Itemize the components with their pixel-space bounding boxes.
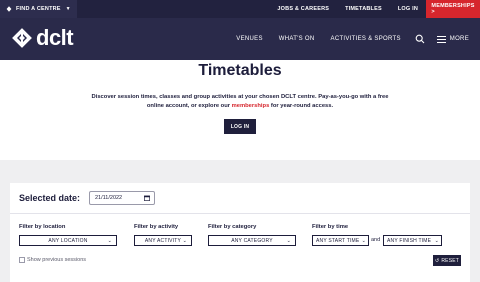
show-previous-sessions[interactable]: Show previous sessions — [19, 257, 86, 263]
selected-date-label: Selected date: — [19, 193, 81, 203]
caret-down-icon: ▼ — [65, 6, 71, 12]
and-text: and — [371, 237, 381, 243]
nav-item-venues[interactable]: VENUES — [228, 36, 270, 42]
log-in-link[interactable]: LOG IN — [390, 0, 426, 18]
location-filter-label: Filter by location — [19, 224, 66, 230]
reset-label: RESET — [441, 257, 460, 264]
nav-item-activities-sports[interactable]: ACTIVITIES & SPORTS — [323, 36, 409, 42]
activity-select-value: ANY ACTIVITY — [144, 237, 182, 244]
more-menu-button[interactable]: MORE — [433, 35, 480, 43]
location-pin-icon — [6, 6, 12, 12]
timetables-hero: Timetables Discover session times, class… — [0, 60, 480, 160]
find-a-centre-label: FIND A CENTRE — [16, 6, 61, 12]
reset-button[interactable]: ↺ RESET — [433, 255, 461, 266]
hero-description: Discover session times, classes and grou… — [85, 93, 395, 111]
selected-date-input[interactable]: 21/11/2022 — [89, 191, 155, 205]
activity-select[interactable]: ANY ACTIVITY ⌄ — [134, 235, 192, 246]
dclt-logo[interactable]: dclt — [11, 25, 74, 50]
show-previous-checkbox[interactable] — [19, 257, 25, 263]
memberships-link[interactable]: MEMBERSHIPS > — [426, 0, 480, 18]
reset-icon: ↺ — [434, 257, 440, 264]
dclt-logo-mark-icon — [12, 28, 32, 48]
divider — [10, 213, 470, 214]
jobs-careers-link[interactable]: JOBS & CAREERS — [269, 0, 337, 18]
time-filter-label: Filter by time — [312, 224, 349, 230]
timetable-filter-area: Selected date: 21/11/2022 Filter by loca… — [0, 160, 480, 282]
chevron-down-icon: ⌄ — [434, 238, 439, 244]
finish-time-select[interactable]: ANY FINISH TIME ⌄ — [383, 235, 442, 246]
find-a-centre-button[interactable]: FIND A CENTRE ▼ — [0, 0, 77, 18]
location-select-value: ANY LOCATION — [48, 237, 88, 244]
category-select-value: ANY CATEGORY — [231, 237, 273, 244]
filter-panel: Selected date: 21/11/2022 Filter by loca… — [10, 183, 470, 282]
log-in-button[interactable]: LOG IN — [224, 119, 256, 134]
timetables-link[interactable]: TIMETABLES — [337, 0, 390, 18]
logo-text: dclt — [36, 25, 74, 50]
finish-time-select-value: ANY FINISH TIME — [387, 237, 432, 244]
location-select[interactable]: ANY LOCATION ⌄ — [19, 235, 117, 246]
start-time-select[interactable]: ANY START TIME ⌄ — [312, 235, 369, 246]
start-time-select-value: ANY START TIME — [316, 237, 360, 244]
page-title: Timetables — [198, 62, 282, 79]
hero-text-after: for year-round access. — [269, 103, 334, 109]
memberships-inline-link[interactable]: memberships — [232, 103, 270, 109]
selected-date-value: 21/11/2022 — [95, 195, 123, 201]
top-links: JOBS & CAREERS TIMETABLES LOG IN MEMBERS… — [269, 0, 480, 18]
chevron-down-icon: ⌄ — [182, 238, 187, 244]
category-select[interactable]: ANY CATEGORY ⌄ — [208, 235, 296, 246]
nav-items: VENUES WHAT'S ON ACTIVITIES & SPORTS MOR… — [228, 18, 480, 60]
main-navigation: dclt VENUES WHAT'S ON ACTIVITIES & SPORT… — [0, 18, 480, 60]
nav-item-whats-on[interactable]: WHAT'S ON — [271, 36, 323, 42]
chevron-down-icon: ⌄ — [107, 238, 112, 244]
chevron-down-icon: ⌄ — [361, 238, 366, 244]
category-filter-label: Filter by category — [208, 224, 257, 230]
chevron-down-icon: ⌄ — [286, 238, 291, 244]
more-label: MORE — [449, 36, 469, 42]
search-icon[interactable] — [415, 34, 425, 44]
hamburger-menu-icon — [436, 35, 446, 43]
utility-bar: FIND A CENTRE ▼ JOBS & CAREERS TIMETABLE… — [0, 0, 480, 18]
calendar-icon — [144, 195, 150, 201]
activity-filter-label: Filter by activity — [134, 224, 179, 230]
show-previous-label: Show previous sessions — [27, 257, 87, 263]
